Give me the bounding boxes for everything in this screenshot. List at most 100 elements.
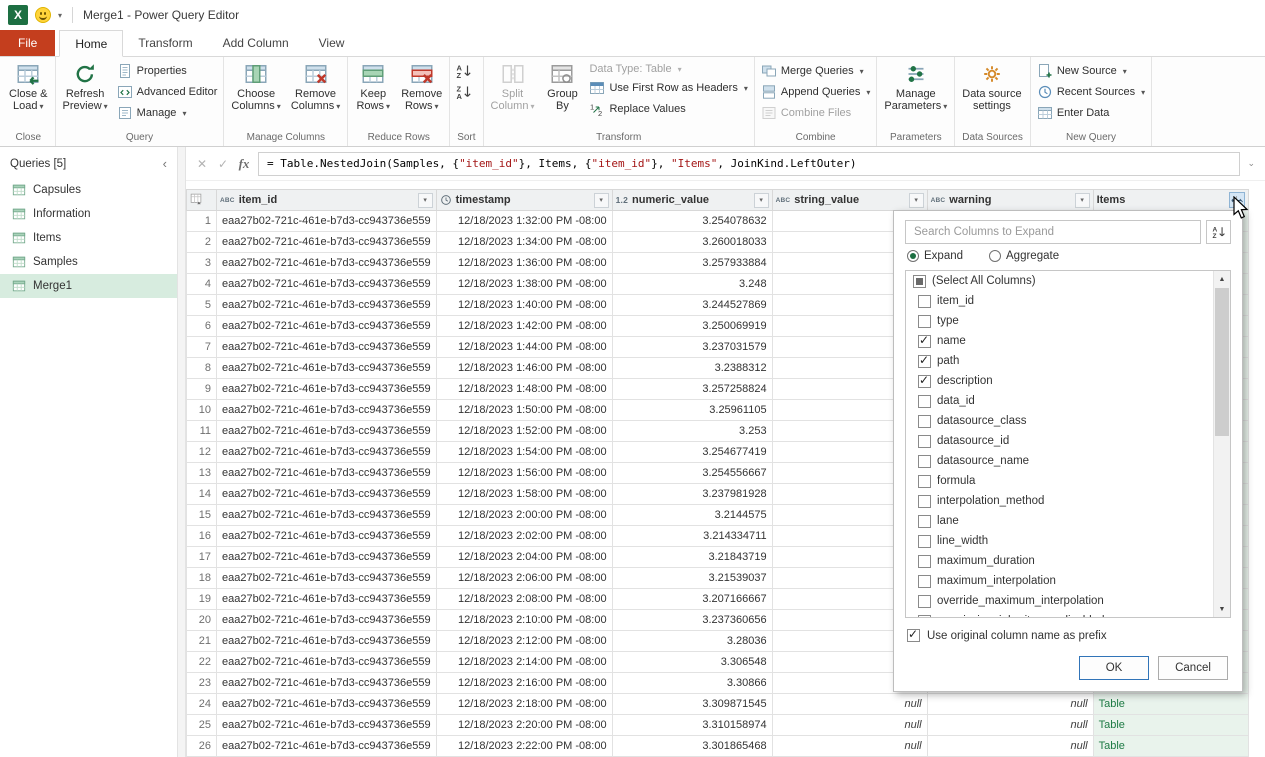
- cell-numeric-value[interactable]: 3.30866: [612, 673, 772, 694]
- cell-numeric-value[interactable]: 3.244527869: [612, 295, 772, 316]
- cell-timestamp[interactable]: 12/18/2023 1:58:00 PM -08:00: [436, 484, 612, 505]
- column-option-item-id[interactable]: item_id: [906, 291, 1230, 311]
- columns-list-scrollbar[interactable]: ▲ ▼: [1213, 271, 1230, 617]
- checkbox-maximum-interpolation[interactable]: [918, 575, 931, 588]
- cell-item-id[interactable]: eaa27b02-721c-461e-b7d3-cc943736e559: [217, 358, 437, 379]
- row-number[interactable]: 1: [187, 211, 217, 232]
- column-header-string-value[interactable]: ABCstring_value▾: [772, 190, 927, 211]
- cell-item-id[interactable]: eaa27b02-721c-461e-b7d3-cc943736e559: [217, 505, 437, 526]
- cell-numeric-value[interactable]: 3.248: [612, 274, 772, 295]
- sort-columns-button[interactable]: AZ: [1206, 220, 1231, 244]
- cell-numeric-value[interactable]: 3.237981928: [612, 484, 772, 505]
- cell-timestamp[interactable]: 12/18/2023 2:16:00 PM -08:00: [436, 673, 612, 694]
- cell-item-id[interactable]: eaa27b02-721c-461e-b7d3-cc943736e559: [217, 694, 437, 715]
- cell-numeric-value[interactable]: 3.237031579: [612, 337, 772, 358]
- row-number[interactable]: 13: [187, 463, 217, 484]
- cell-numeric-value[interactable]: 3.254556667: [612, 463, 772, 484]
- query-item-information[interactable]: Information: [0, 202, 177, 226]
- cell-item-id[interactable]: eaa27b02-721c-461e-b7d3-cc943736e559: [217, 274, 437, 295]
- column-option-path[interactable]: path: [906, 351, 1230, 371]
- column-filter-dropdown[interactable]: ▾: [418, 193, 433, 208]
- cell-item-id[interactable]: eaa27b02-721c-461e-b7d3-cc943736e559: [217, 547, 437, 568]
- cell-timestamp[interactable]: 12/18/2023 1:40:00 PM -08:00: [436, 295, 612, 316]
- cell-timestamp[interactable]: 12/18/2023 2:10:00 PM -08:00: [436, 610, 612, 631]
- cell-item-id[interactable]: eaa27b02-721c-461e-b7d3-cc943736e559: [217, 442, 437, 463]
- cell-warning[interactable]: null: [927, 715, 1093, 736]
- cell-timestamp[interactable]: 12/18/2023 2:04:00 PM -08:00: [436, 547, 612, 568]
- row-number[interactable]: 24: [187, 694, 217, 715]
- row-number[interactable]: 2: [187, 232, 217, 253]
- column-filter-dropdown[interactable]: ▾: [1075, 193, 1090, 208]
- cell-warning[interactable]: null: [927, 694, 1093, 715]
- column-option-datasource-id[interactable]: datasource_id: [906, 431, 1230, 451]
- row-number[interactable]: 12: [187, 442, 217, 463]
- checkbox-datasource-name[interactable]: [918, 455, 931, 468]
- scroll-up-icon[interactable]: ▲: [1214, 271, 1230, 287]
- cell-numeric-value[interactable]: 3.257933884: [612, 253, 772, 274]
- row-number[interactable]: 8: [187, 358, 217, 379]
- cell-timestamp[interactable]: 12/18/2023 2:12:00 PM -08:00: [436, 631, 612, 652]
- column-option-description[interactable]: description: [906, 371, 1230, 391]
- cell-timestamp[interactable]: 12/18/2023 1:36:00 PM -08:00: [436, 253, 612, 274]
- column-option-line-width[interactable]: line_width: [906, 531, 1230, 551]
- collapse-pane-icon[interactable]: ‹: [163, 159, 167, 169]
- close-load-button[interactable]: Close &Load▾: [5, 59, 52, 116]
- checkbox-datasource-class[interactable]: [918, 415, 931, 428]
- manage-button[interactable]: Manage▾: [114, 103, 221, 123]
- cell-item-id[interactable]: eaa27b02-721c-461e-b7d3-cc943736e559: [217, 295, 437, 316]
- cell-numeric-value[interactable]: 3.254677419: [612, 442, 772, 463]
- column-option-maximum-duration[interactable]: maximum_duration: [906, 551, 1230, 571]
- row-number[interactable]: 20: [187, 610, 217, 631]
- column-option-maximum-interpolation[interactable]: maximum_interpolation: [906, 571, 1230, 591]
- cell-numeric-value[interactable]: 3.214334711: [612, 526, 772, 547]
- checkbox-line-width[interactable]: [918, 535, 931, 548]
- row-number[interactable]: 3: [187, 253, 217, 274]
- group-by-button[interactable]: GroupBy: [540, 59, 584, 115]
- ribbon-tab-view[interactable]: View: [304, 30, 360, 56]
- cell-string-value[interactable]: null: [772, 736, 927, 757]
- row-number[interactable]: 23: [187, 673, 217, 694]
- checkbox-lane[interactable]: [918, 515, 931, 528]
- cell-item-id[interactable]: eaa27b02-721c-461e-b7d3-cc943736e559: [217, 316, 437, 337]
- merge-queries-button[interactable]: Merge Queries▾: [758, 61, 874, 81]
- cell-item-id[interactable]: eaa27b02-721c-461e-b7d3-cc943736e559: [217, 610, 437, 631]
- cell-numeric-value[interactable]: 3.237360656: [612, 610, 772, 631]
- quick-access-dropdown-icon[interactable]: ▾: [58, 11, 62, 20]
- column-header-items[interactable]: Items: [1093, 190, 1248, 211]
- cell-item-id[interactable]: eaa27b02-721c-461e-b7d3-cc943736e559: [217, 673, 437, 694]
- select-all-cells-header[interactable]: [187, 190, 217, 211]
- cell-item-id[interactable]: eaa27b02-721c-461e-b7d3-cc943736e559: [217, 211, 437, 232]
- column-option-formula[interactable]: formula: [906, 471, 1230, 491]
- column-option-permission-inheritance-disabled[interactable]: permission_inheritance_disabled: [906, 611, 1230, 618]
- row-number[interactable]: 5: [187, 295, 217, 316]
- remove-rows-button[interactable]: RemoveRows▾: [397, 59, 446, 116]
- search-columns-input[interactable]: [905, 220, 1201, 244]
- cell-numeric-value[interactable]: 3.306548: [612, 652, 772, 673]
- row-number[interactable]: 18: [187, 568, 217, 589]
- prefix-checkbox[interactable]: [907, 629, 920, 642]
- checkbox-datasource-id[interactable]: [918, 435, 931, 448]
- radio-aggregate[interactable]: Aggregate: [989, 250, 1059, 262]
- query-item-items[interactable]: Items: [0, 226, 177, 250]
- radio-expand[interactable]: Expand: [907, 250, 963, 262]
- column-filter-dropdown[interactable]: ▾: [909, 193, 924, 208]
- cell-timestamp[interactable]: 12/18/2023 2:14:00 PM -08:00: [436, 652, 612, 673]
- checkbox-select-all-columns[interactable]: [913, 275, 926, 288]
- cell-item-id[interactable]: eaa27b02-721c-461e-b7d3-cc943736e559: [217, 631, 437, 652]
- cell-string-value[interactable]: null: [772, 715, 927, 736]
- row-number[interactable]: 10: [187, 400, 217, 421]
- column-option-interpolation-method[interactable]: interpolation_method: [906, 491, 1230, 511]
- formula-input[interactable]: = Table.NestedJoin(Samples, {"item_id"},…: [258, 152, 1240, 176]
- cell-item-id[interactable]: eaa27b02-721c-461e-b7d3-cc943736e559: [217, 589, 437, 610]
- cell-timestamp[interactable]: 12/18/2023 1:32:00 PM -08:00: [436, 211, 612, 232]
- cell-items[interactable]: Table: [1093, 694, 1248, 715]
- column-filter-dropdown[interactable]: ▾: [594, 193, 609, 208]
- enter-data-button[interactable]: Enter Data: [1034, 103, 1148, 123]
- cell-numeric-value[interactable]: 3.309871545: [612, 694, 772, 715]
- cell-warning[interactable]: null: [927, 736, 1093, 757]
- row-number[interactable]: 19: [187, 589, 217, 610]
- pane-splitter[interactable]: [178, 147, 186, 757]
- sort-az-button[interactable]: AZ: [453, 61, 475, 81]
- column-option-select-all-columns[interactable]: (Select All Columns): [906, 271, 1230, 291]
- cell-timestamp[interactable]: 12/18/2023 2:18:00 PM -08:00: [436, 694, 612, 715]
